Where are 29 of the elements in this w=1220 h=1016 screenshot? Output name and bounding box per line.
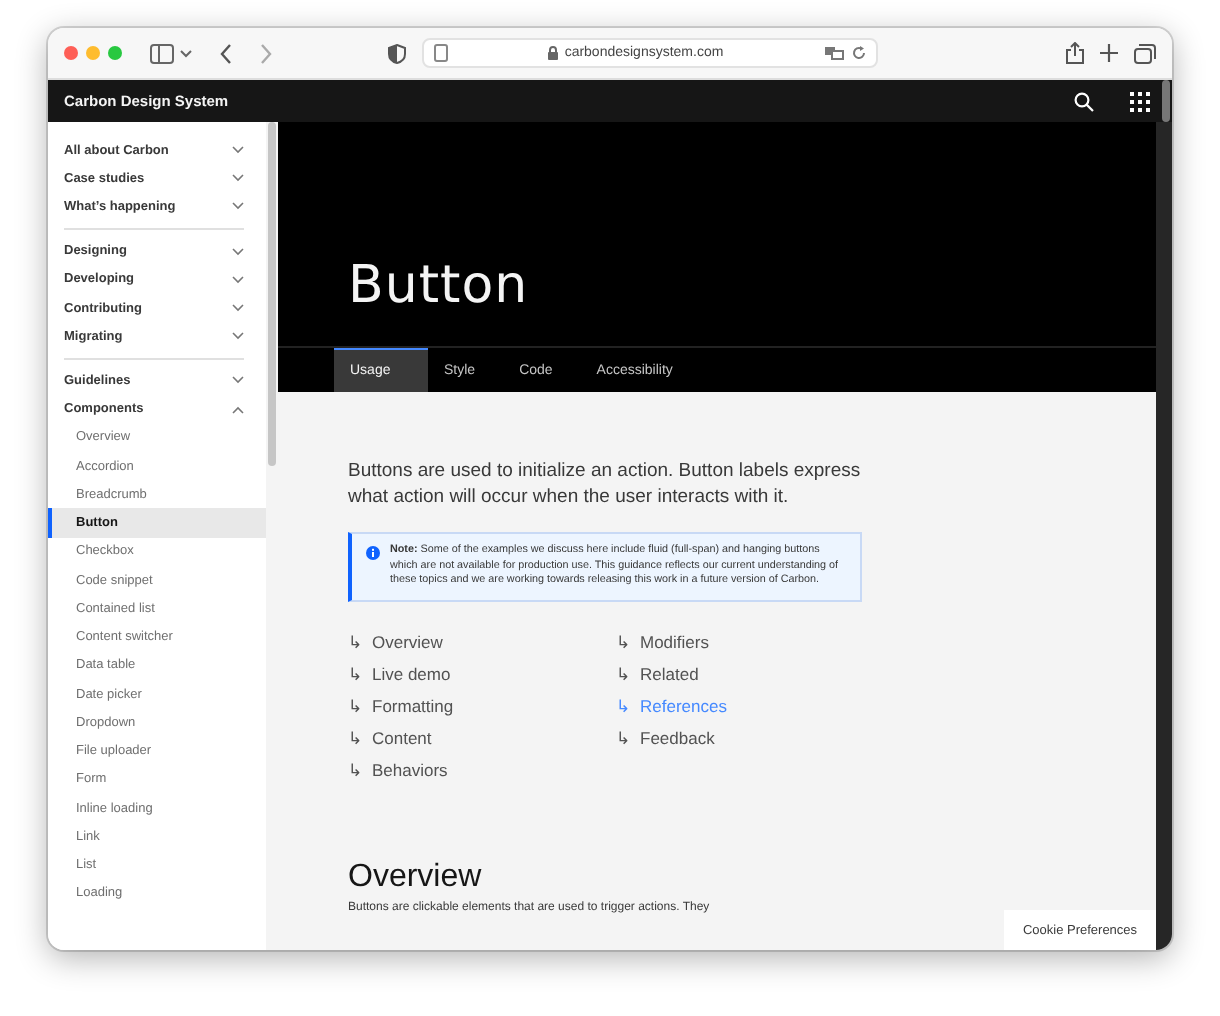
search-icon[interactable]: [1074, 91, 1094, 111]
page-scrollbar[interactable]: [1156, 122, 1172, 950]
shield-icon[interactable]: [388, 43, 406, 63]
info-icon: [366, 546, 380, 560]
section-heading: Overview: [348, 857, 484, 898]
intro-text: Buttons are used to initialize an action. Button labels express what action will occur when the user interacts with it.: [348, 458, 863, 510]
sidebar-toggle-icon[interactable]: [150, 43, 174, 63]
anchor-link[interactable]: ↳ Overview: [348, 625, 443, 658]
back-icon[interactable]: [220, 43, 232, 63]
anchor-link[interactable]: ↳ Modifiers: [616, 625, 709, 658]
sidebar-scrollbar[interactable]: [266, 122, 278, 950]
lock-icon: [548, 46, 559, 60]
anchor-link[interactable]: ↳ Related: [616, 657, 699, 690]
new-tab-icon[interactable]: [1100, 44, 1118, 62]
share-icon[interactable]: [1066, 42, 1084, 64]
anchor-link[interactable]: ↳ Feedback: [616, 721, 715, 754]
anchor-link[interactable]: ↳ Live demo: [348, 657, 451, 690]
app-switcher-icon[interactable]: [1130, 91, 1150, 111]
chevron-down-icon[interactable]: [180, 49, 192, 57]
page-scrollbar-thumb[interactable]: [1162, 80, 1170, 122]
reload-icon[interactable]: [852, 46, 866, 60]
close-window-icon[interactable]: [64, 46, 78, 60]
page-icon: [434, 44, 448, 62]
anchor-link[interactable]: ↳ Formatting: [348, 689, 454, 722]
translate-icon[interactable]: [824, 46, 844, 60]
page-title: Button: [348, 256, 531, 316]
anchor-link[interactable]: ↳ Content: [348, 721, 432, 754]
anchor-link[interactable]: ↳ Behaviors: [348, 753, 448, 786]
tab-overview-icon[interactable]: [1134, 43, 1156, 63]
